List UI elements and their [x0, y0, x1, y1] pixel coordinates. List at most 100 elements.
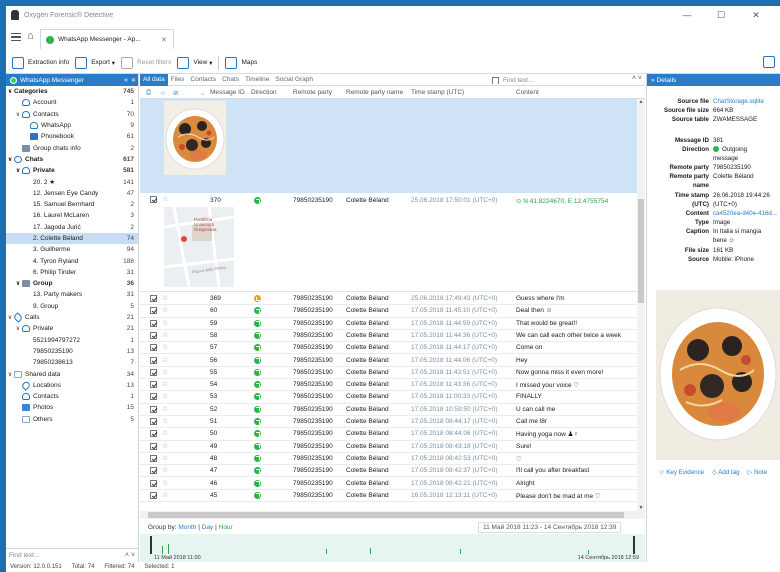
row-checkbox[interactable]: [150, 196, 157, 203]
sidebar-item[interactable]: 16. Laurel McLaren 3: [6, 210, 138, 221]
menu-icon[interactable]: [11, 33, 21, 41]
maximize-button[interactable]: ☐: [704, 6, 738, 24]
table-row[interactable]: ☆ 54 79850235190 Colette Béland 17.05.2018 1…: [140, 379, 637, 392]
sidebar-item[interactable]: 9. Group 5: [6, 301, 138, 312]
table-row[interactable]: ☆ 53 79850235190 Colette Béland 17.05.2018 1…: [140, 391, 637, 404]
view-button[interactable]: View ▾: [177, 54, 212, 72]
col-message-id[interactable]: Message ID: [210, 89, 245, 96]
tab-files[interactable]: Files: [168, 74, 188, 86]
row-checkbox[interactable]: [150, 418, 157, 425]
table-row[interactable]: ☆ 57 79850235190 Colette Béland 17.05.2018 1…: [140, 342, 637, 355]
table-row[interactable]: ☆ 50 79850235190 Colette Béland 17.05.2018 0…: [140, 428, 637, 441]
tab-contacts[interactable]: Contacts: [187, 74, 219, 86]
row-checkbox[interactable]: [150, 491, 157, 499]
hscroll-thumb[interactable]: [148, 512, 624, 518]
table-row-location[interactable]: ☆ 370 79850235190 Colette Béland 25.06.2…: [140, 193, 637, 292]
map-thumbnail[interactable]: Pontificia Università Gregoriana Piazza …: [164, 207, 234, 287]
star-filter-icon[interactable]: ☆: [160, 89, 166, 97]
star-icon[interactable]: ☆: [162, 380, 168, 388]
row-checkbox[interactable]: [150, 368, 157, 376]
panel-close-icon[interactable]: ✕: [131, 77, 136, 84]
sidebar-item[interactable]: ∨ Categories 745: [6, 86, 138, 97]
star-icon[interactable]: ☆: [162, 491, 168, 499]
chevron-down-icon[interactable]: ∨: [6, 314, 14, 321]
group-by-day[interactable]: Day: [202, 524, 214, 531]
table-row[interactable]: ☆ 59 79850235190 Colette Béland 17.05.2018 1…: [140, 318, 637, 330]
sidebar-item[interactable]: 2. Colette Béland 74: [6, 232, 138, 245]
sidebar-item[interactable]: 79850235190 13: [6, 346, 138, 357]
tab-whatsapp[interactable]: WhatsApp Messenger - Ap... ✕: [40, 29, 174, 49]
table-row[interactable]: ☆ 49 79850235190 Colette Béland 17.05.2018 0…: [140, 441, 637, 453]
export-button[interactable]: Export ▾: [75, 54, 115, 72]
tree-find-arrows[interactable]: ˄ ˅: [125, 552, 135, 559]
star-icon[interactable]: ☆: [162, 479, 168, 487]
sidebar-item[interactable]: ∨ Group 36: [6, 278, 138, 289]
sidebar-item[interactable]: Phonebook 61: [6, 131, 138, 142]
group-by-month[interactable]: Month: [178, 524, 196, 531]
table-row-selected[interactable]: [140, 99, 637, 193]
star-icon[interactable]: ☆: [162, 417, 168, 425]
row-checkbox[interactable]: [150, 331, 157, 339]
star-icon[interactable]: ☆: [162, 368, 168, 376]
tag-icon[interactable]: ⊘: [173, 89, 178, 97]
table-row[interactable]: ☆ 47 79850235190 Colette Béland 17.05.2018 0…: [140, 465, 637, 478]
maps-button[interactable]: Maps: [225, 54, 257, 72]
chevron-down-icon[interactable]: ∨: [14, 111, 22, 118]
grid-find-arrows[interactable]: ˄ ˅: [632, 75, 642, 82]
chevron-down-icon[interactable]: ∨: [6, 156, 14, 163]
sidebar-item[interactable]: 12. Jensen Eye Candy 47: [6, 188, 138, 199]
sidebar-item[interactable]: Photos 15: [6, 402, 138, 413]
sidebar-item[interactable]: 15. Samuel Bernhard 2: [6, 199, 138, 210]
photo-thumbnail[interactable]: [164, 101, 226, 175]
sidebar-item[interactable]: Account 1: [6, 97, 138, 108]
sidebar-item[interactable]: 5521994797272 1: [6, 335, 138, 346]
sidebar-item[interactable]: ∨ Calls 21: [6, 312, 138, 323]
col-timestamp[interactable]: Time stamp (UTC): [411, 89, 464, 96]
tree-find-input[interactable]: Find text... ˄ ˅: [6, 548, 139, 562]
sidebar-item[interactable]: ∨ Chats 617: [6, 154, 138, 165]
timeline-histogram[interactable]: 11 Май 2018 11:00 14 Сентябрь 2018 12:59: [140, 534, 645, 562]
chevron-down-icon[interactable]: ∨: [14, 167, 22, 174]
sidebar-item[interactable]: 79850238613 7: [6, 357, 138, 368]
sidebar-item[interactable]: 4. Tyron Ryland 188: [6, 255, 138, 266]
key-evidence-button[interactable]: ☆ Key Evidence: [659, 469, 704, 476]
tab-social-graph[interactable]: Social Graph: [272, 74, 316, 86]
sidebar-item[interactable]: ∨ Private 21: [6, 323, 138, 334]
table-row[interactable]: ☆ 51 79850235190 Colette Béland 17.05.2018 0…: [140, 416, 637, 429]
timeline-range[interactable]: 11 Май 2018 11:23 - 14 Сентябрь 2018 12:…: [478, 522, 622, 533]
table-row[interactable]: ☆ 52 79850235190 Colette Béland 17.05.2018 1…: [140, 404, 637, 416]
tab-all-data[interactable]: All data: [140, 73, 168, 86]
star-icon[interactable]: ☆: [162, 331, 168, 339]
row-checkbox[interactable]: [150, 319, 157, 327]
col-remote-party[interactable]: Remote party: [293, 89, 332, 96]
row-checkbox[interactable]: [150, 307, 157, 315]
grid-vertical-scrollbar[interactable]: ▲ ▼: [637, 99, 645, 511]
sort-icon[interactable]: ⌄: [200, 89, 205, 97]
star-icon[interactable]: ☆: [162, 392, 168, 400]
star-icon[interactable]: ☆: [162, 306, 168, 314]
home-icon[interactable]: ⌂: [27, 30, 34, 42]
table-row[interactable]: ☆ 48 79850235190 Colette Béland 17.05.2018 0…: [140, 453, 637, 466]
row-checkbox[interactable]: [150, 405, 157, 413]
row-checkbox[interactable]: [150, 442, 157, 450]
table-row[interactable]: ☆ 58 79850235190 Colette Béland 17.05.2018 1…: [140, 330, 637, 343]
table-row[interactable]: ☆ 369 79850235190 Colette Béland 25.06.2018 …: [140, 293, 637, 306]
row-checkbox[interactable]: [150, 356, 157, 364]
sidebar-item[interactable]: 17. Jagoda Jurić 2: [6, 222, 138, 233]
col-direction[interactable]: Direction: [251, 89, 277, 96]
sidebar-item[interactable]: WhatsApp 9: [6, 120, 138, 131]
chevron-down-icon[interactable]: ∨: [6, 88, 14, 95]
grid-horizontal-scrollbar[interactable]: [140, 511, 645, 519]
sidebar-item[interactable]: ∨ Private 581: [6, 165, 138, 176]
detail-value[interactable]: ChatStorage.sqlite: [713, 98, 764, 105]
sidebar-item[interactable]: 13. Party makers 31: [6, 289, 138, 300]
extraction-info-button[interactable]: Extraction info: [12, 54, 69, 72]
row-checkbox[interactable]: [150, 467, 157, 475]
collapse-details-icon[interactable]: »: [651, 77, 655, 84]
star-icon[interactable]: ☆: [162, 429, 168, 437]
detail-value[interactable]: ca4520ea-d40e-416d...: [713, 210, 777, 217]
detail-photo[interactable]: [656, 290, 780, 460]
chevron-down-icon[interactable]: ∨: [6, 371, 14, 378]
reset-filters-button[interactable]: Reset filters: [121, 54, 171, 72]
star-icon[interactable]: ☆: [162, 454, 168, 462]
